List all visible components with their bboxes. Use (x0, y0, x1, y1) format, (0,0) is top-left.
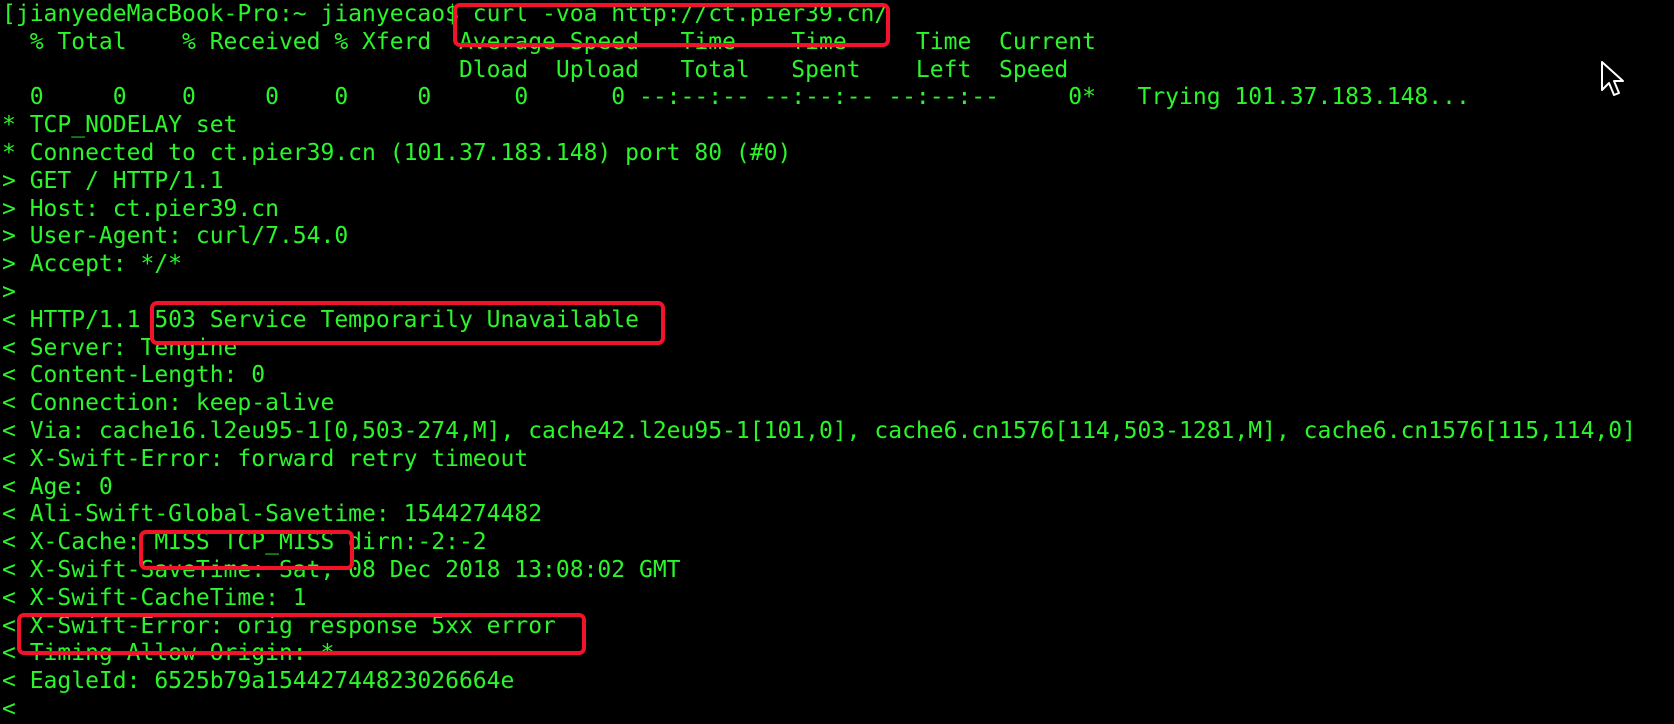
response-header-line: < Ali-Swift-Global-Savetime: 1544274482 (2, 501, 543, 528)
response-header-line: < X-Swift-CacheTime: 1 (2, 584, 307, 611)
response-header-line: < Via: cache16.l2eu95-1[0,503-274,M], ca… (2, 417, 1636, 444)
response-header-line: < Content-Length: 0 (2, 362, 266, 389)
request-line: > User-Agent: curl/7.54.0 (2, 223, 349, 250)
request-line: > GET / HTTP/1.1 (2, 167, 224, 194)
response-end-line: < (2, 695, 16, 722)
response-header-line: < Age: 0 (2, 473, 113, 500)
highlight-box-status (150, 301, 665, 345)
request-line: > Accept: */* (2, 251, 183, 278)
response-header-line: < X-Swift-Error: forward retry timeout (2, 445, 529, 472)
request-line: > Host: ct.pier39.cn (2, 195, 279, 222)
response-header-line: < Connection: keep-alive (2, 390, 335, 417)
highlight-box-swift-error (17, 613, 586, 655)
progress-line: 0 0 0 0 0 0 0 0 --:--:-- --:--:-- --:--:… (2, 84, 1470, 111)
highlight-box-command (453, 3, 890, 47)
output-line: * Connected to ct.pier39.cn (101.37.183.… (2, 139, 792, 166)
progress-header-line: Dload Upload Total Spent Left Speed (2, 56, 1069, 83)
output-line: * TCP_NODELAY set (2, 112, 238, 139)
highlight-box-x-cache (139, 530, 354, 570)
response-header-line: < EagleId: 6525b79a15442744823026664e (2, 668, 515, 695)
mouse-pointer-arrow-icon (1601, 61, 1624, 96)
